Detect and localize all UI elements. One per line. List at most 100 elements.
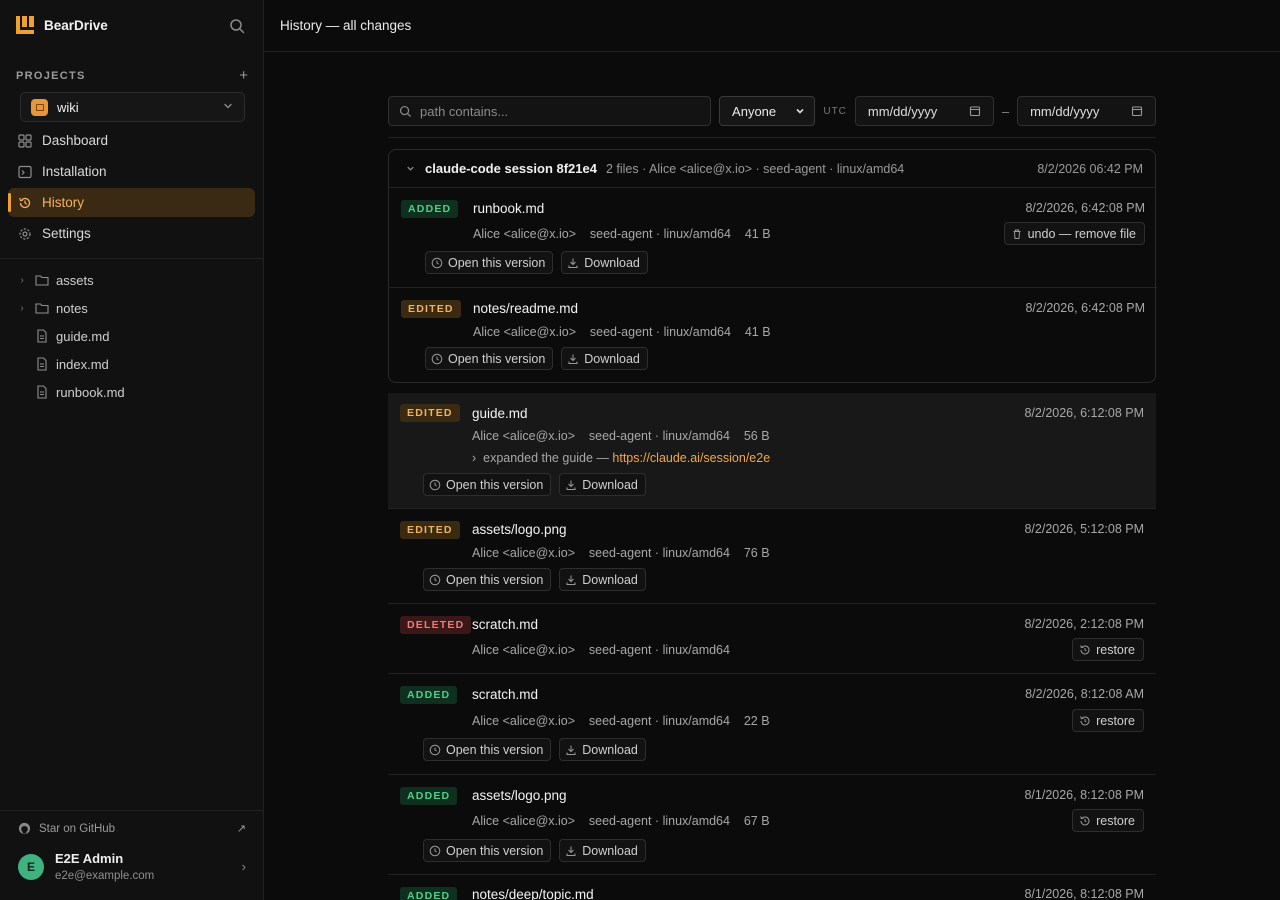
sidebar-divider <box>0 258 263 259</box>
download-button[interactable]: Download <box>559 568 646 591</box>
restore-label: restore <box>1096 713 1135 728</box>
change-note[interactable]: › expanded the guide — https://claude.ai… <box>472 451 770 465</box>
open-version-label: Open this version <box>446 572 544 587</box>
row-time: 8/2/2026, 5:12:08 PM <box>1024 522 1144 536</box>
sidebar-bottom-divider <box>0 810 263 811</box>
tree-item-label: assets <box>56 272 94 288</box>
chevron-right-icon[interactable]: › <box>16 275 28 286</box>
tree-item-index[interactable]: index.md <box>16 350 256 378</box>
file-name[interactable]: scratch.md <box>472 617 538 632</box>
download-button[interactable]: Download <box>561 251 648 274</box>
row-meta: Alice <alice@x.io> seed-agent · linux/am… <box>472 714 770 728</box>
date-from-value: mm/dd/yyyy <box>867 103 938 119</box>
user-menu[interactable]: E E2E Admin e2e@example.com › <box>18 851 246 882</box>
author-select-value: Anyone <box>732 103 777 119</box>
file-name[interactable]: notes/deep/topic.md <box>472 887 594 900</box>
open-version-button[interactable]: Open this version <box>423 568 552 591</box>
tree-item-notes[interactable]: › notes <box>16 294 256 322</box>
download-icon <box>566 480 576 490</box>
sidebar-item-settings[interactable]: Settings <box>8 219 255 248</box>
file-name[interactable]: assets/logo.png <box>472 522 567 537</box>
history-filters: Anyone UTC mm/dd/yyyy – mm/dd/yyyy <box>388 96 1156 126</box>
history-row: EDITED guide.md Alice <alice@x.io> seed-… <box>388 393 1156 509</box>
open-version-button[interactable]: Open this version <box>423 738 552 761</box>
download-label: Download <box>582 742 638 757</box>
open-version-label: Open this version <box>448 351 546 366</box>
restore-icon <box>1080 715 1090 725</box>
clock-icon <box>429 845 441 856</box>
restore-label: restore <box>1096 813 1135 828</box>
sidebar-item-label: History <box>42 195 85 210</box>
download-icon <box>566 846 576 856</box>
date-from-input[interactable]: mm/dd/yyyy <box>854 96 994 126</box>
download-icon <box>568 354 578 364</box>
file-name[interactable]: scratch.md <box>472 687 538 702</box>
history-list: EDITED guide.md Alice <alice@x.io> seed-… <box>388 393 1156 900</box>
history-row: ADDED notes/deep/topic.md 8/1/2026, 8:12… <box>388 875 1156 900</box>
session-header[interactable]: claude-code session 8f21e4 2 files · Ali… <box>389 150 1155 188</box>
open-version-button[interactable]: Open this version <box>425 347 554 370</box>
file-name[interactable]: runbook.md <box>473 201 544 216</box>
date-to-value: mm/dd/yyyy <box>1030 103 1100 119</box>
session-link[interactable]: https://claude.ai/session/e2e <box>612 451 770 465</box>
restore-button[interactable]: restore <box>1072 638 1144 661</box>
restore-label: restore <box>1096 642 1135 657</box>
tree-item-runbook[interactable]: runbook.md <box>16 378 256 406</box>
search-icon <box>399 105 412 117</box>
sidebar-item-dashboard[interactable]: Dashboard <box>8 126 255 155</box>
download-icon <box>566 575 576 585</box>
row-time: 8/1/2026, 8:12:08 PM <box>1024 887 1144 900</box>
path-filter-input[interactable] <box>420 103 700 119</box>
tree-item-guide[interactable]: guide.md <box>16 322 256 350</box>
date-to-input[interactable]: mm/dd/yyyy <box>1017 96 1156 126</box>
note-text: expanded the guide — <box>483 451 609 465</box>
session-time: 8/2/2026 06:42 PM <box>1037 161 1143 176</box>
download-button[interactable]: Download <box>559 738 646 761</box>
tree-item-label: runbook.md <box>56 384 125 400</box>
calendar-icon[interactable] <box>1131 105 1143 117</box>
row-meta: Alice <alice@x.io> seed-agent · linux/am… <box>472 429 770 443</box>
open-version-button[interactable]: Open this version <box>425 251 554 274</box>
open-version-button[interactable]: Open this version <box>423 839 552 862</box>
undo-label: undo — remove file <box>1027 226 1136 241</box>
path-filter[interactable] <box>388 96 712 126</box>
brand[interactable]: BearDrive <box>16 14 108 36</box>
chevron-right-icon[interactable]: › <box>16 303 28 314</box>
session-title: claude-code session 8f21e4 <box>425 161 597 176</box>
download-label: Download <box>584 351 640 366</box>
restore-button[interactable]: restore <box>1072 709 1144 732</box>
restore-icon <box>1080 644 1090 654</box>
download-label: Download <box>584 255 640 270</box>
download-button[interactable]: Download <box>559 473 646 496</box>
file-name[interactable]: guide.md <box>472 406 528 421</box>
calendar-icon[interactable] <box>969 105 981 117</box>
history-row: ADDED runbook.md Alice <alice@x.io> seed… <box>389 188 1157 288</box>
undo-remove-file-button[interactable]: undo — remove file <box>1003 222 1145 245</box>
download-button[interactable]: Download <box>559 839 646 862</box>
open-version-button[interactable]: Open this version <box>423 473 552 496</box>
row-actions: Open this version Download <box>423 738 646 761</box>
search-icon[interactable] <box>228 17 246 35</box>
row-meta: Alice <alice@x.io> seed-agent · linux/am… <box>472 643 730 657</box>
app-name: BearDrive <box>44 17 108 33</box>
download-button[interactable]: Download <box>561 347 648 370</box>
sidebar: BearDrive PROJECTS + wiki Dashboard Inst… <box>0 0 264 900</box>
file-name[interactable]: assets/logo.png <box>472 788 567 803</box>
restore-button[interactable]: restore <box>1072 809 1144 832</box>
history-icon <box>19 197 31 208</box>
tree-item-assets[interactable]: › assets <box>16 266 256 294</box>
project-selector[interactable]: wiki <box>20 92 245 122</box>
sidebar-nav: Dashboard Installation History Settings <box>8 126 255 250</box>
download-label: Download <box>582 572 638 587</box>
github-link[interactable]: Star on GitHub ↗ <box>18 822 246 835</box>
sidebar-item-installation[interactable]: Installation <box>8 157 255 186</box>
add-project-button[interactable]: + <box>239 68 248 83</box>
folder-icon <box>35 303 49 314</box>
author-select[interactable]: Anyone <box>719 96 816 126</box>
sidebar-item-label: Settings <box>42 226 91 241</box>
sidebar-item-history[interactable]: History <box>8 188 255 217</box>
chevron-down-icon[interactable] <box>405 163 416 174</box>
file-name[interactable]: notes/readme.md <box>473 301 578 316</box>
restore-icon <box>1080 815 1090 825</box>
trash-icon <box>1013 229 1021 239</box>
